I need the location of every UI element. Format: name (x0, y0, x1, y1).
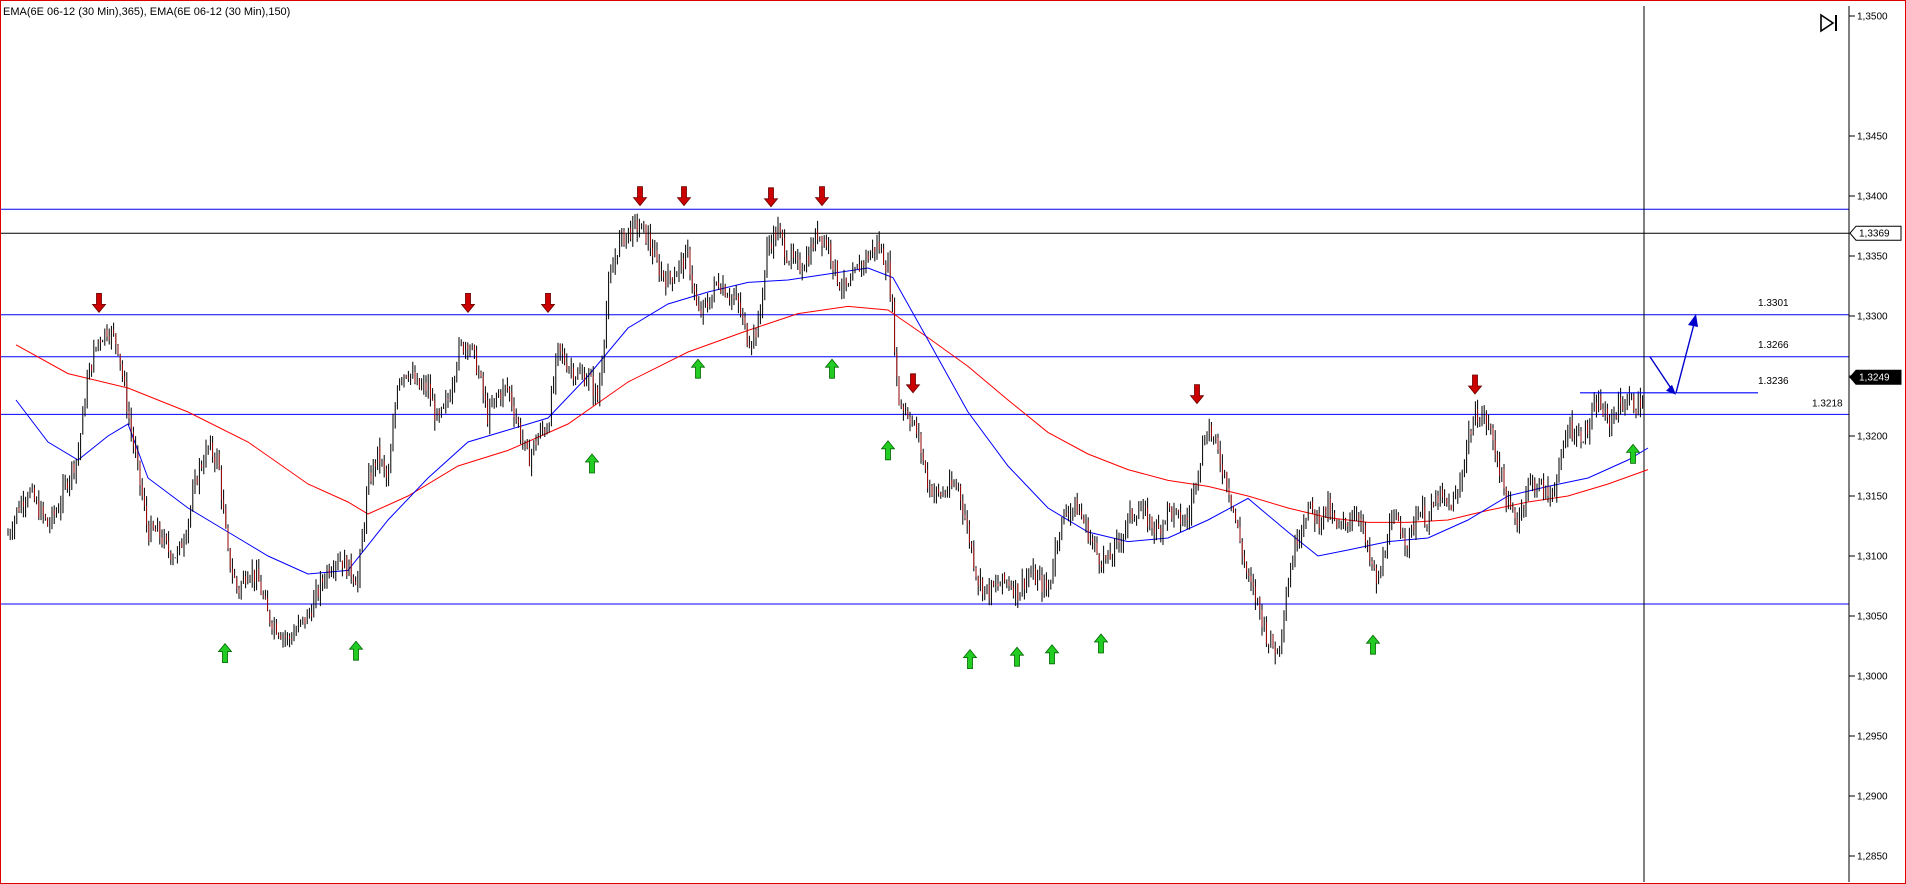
down-arrow-1 (460, 293, 476, 314)
up-arrow-0 (217, 642, 233, 663)
y-tick-label-4: 1,3300 (1857, 312, 1888, 323)
candles (7, 213, 1644, 665)
y-tick-label-9: 1,3050 (1857, 612, 1888, 623)
down-arrow-4 (676, 186, 692, 207)
up-arrow-3 (690, 358, 706, 379)
down-arrow-7 (905, 373, 921, 394)
annotation-up-arrowhead (1688, 314, 1698, 327)
level-label-2: 1.3236 (1758, 376, 1789, 387)
level-label-1: 1.3266 (1758, 340, 1789, 351)
level-label-3: 1.3218 (1812, 398, 1843, 409)
level-label-0: 1.3301 (1758, 298, 1789, 309)
price-tag-label-0: 1,3369 (1859, 229, 1890, 240)
annotation-layer (1580, 314, 1758, 395)
up-arrow-4 (824, 358, 840, 379)
down-arrow-2 (540, 293, 556, 314)
y-tick-label-12: 1,2900 (1857, 792, 1888, 803)
y-tick-label-13: 1,2850 (1857, 852, 1888, 863)
up-arrow-7 (1009, 646, 1025, 667)
price-axis: 1,35001,34501,34001,33501,33001,32501,32… (1849, 12, 1888, 863)
down-arrow-3 (632, 186, 648, 207)
skip-to-end-icon[interactable] (1818, 12, 1840, 33)
y-tick-label-2: 1,3400 (1857, 192, 1888, 203)
price-tag-label-1: 1,3249 (1859, 373, 1890, 384)
y-tick-label-3: 1,3350 (1857, 252, 1888, 263)
annotation-down-arrow (1649, 356, 1673, 391)
down-arrow-9 (1467, 374, 1483, 395)
price-tags: 1,3369 1,3249 (1849, 225, 1902, 385)
horizontal-levels: 1.3301 1.3266 1.3236 1.3218 (1, 208, 1849, 605)
y-tick-label-0: 1,3500 (1857, 12, 1888, 23)
down-arrow-0 (91, 293, 107, 314)
up-arrow-8 (1044, 644, 1060, 665)
candle-wicks (7, 213, 1644, 665)
y-tick-label-10: 1,3000 (1857, 672, 1888, 683)
up-arrow-9 (1093, 633, 1109, 654)
candle-bodies-bearish (7, 219, 1641, 655)
y-tick-label-11: 1,2950 (1857, 732, 1888, 743)
y-tick-label-6: 1,3200 (1857, 432, 1888, 443)
up-arrow-6 (962, 648, 978, 669)
up-arrow-2 (584, 453, 600, 474)
y-tick-label-1: 1,3450 (1857, 132, 1888, 143)
up-arrow-5 (880, 440, 896, 461)
y-tick-label-7: 1,3150 (1857, 492, 1888, 503)
price-chart[interactable]: 1.3301 1.3266 1.3236 1.3218 1,3500 1,3450 1,3… (0, 0, 1906, 884)
annotation-up-arrow (1675, 323, 1695, 393)
y-tick-label-8: 1,3100 (1857, 552, 1888, 563)
down-arrow-8 (1189, 384, 1205, 405)
up-arrow-10 (1365, 634, 1381, 655)
down-arrow-6 (814, 186, 830, 207)
up-arrow-1 (348, 640, 364, 661)
down-arrow-5 (763, 187, 779, 208)
